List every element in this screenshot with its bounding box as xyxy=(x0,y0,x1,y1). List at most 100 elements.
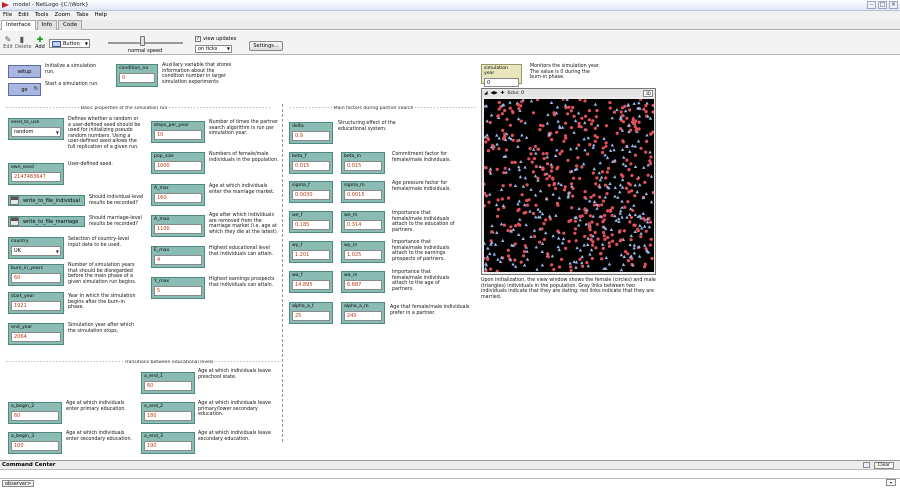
pop-size-input[interactable]: pop_size 1000 xyxy=(151,152,205,174)
world-canvas[interactable] xyxy=(484,99,654,272)
tab-code[interactable]: Code xyxy=(58,20,83,30)
beta-m-value[interactable]: 0.015 xyxy=(344,161,382,171)
condition-no-value[interactable]: 0 xyxy=(119,73,155,83)
zoom-icon[interactable]: ◢ xyxy=(484,91,488,96)
seed-to-use-chooser[interactable]: seed_to_use random xyxy=(8,118,64,140)
update-mode-select[interactable]: on ticks ▼ xyxy=(195,45,232,53)
seed-to-use-value[interactable]: random xyxy=(11,127,61,137)
start-year-input[interactable]: start_year 1921 xyxy=(8,292,64,314)
minimize-icon[interactable]: – xyxy=(867,1,876,9)
crosshair-icon[interactable]: ✚ xyxy=(501,91,505,96)
steps-per-year-value[interactable]: 10 xyxy=(154,130,202,140)
wy-f-value[interactable]: 1.201 xyxy=(292,250,330,260)
alpha-a-m-value[interactable]: 240 xyxy=(344,311,382,321)
own-seed-input[interactable]: own_seed 2147483647 xyxy=(8,163,64,185)
wy-m-input[interactable]: wy_m 1.025 xyxy=(341,241,385,263)
a-max-value[interactable]: 1100 xyxy=(154,224,202,234)
own-seed-value[interactable]: 2147483647 xyxy=(11,172,61,182)
arrows-icon[interactable]: ◀▶ xyxy=(491,91,498,96)
a-end-2-value[interactable]: 180 xyxy=(144,411,192,421)
burn-in-years-value[interactable]: 60 xyxy=(11,273,61,283)
menu-help[interactable]: Help xyxy=(94,11,107,20)
command-output[interactable] xyxy=(0,470,900,479)
e-max-value[interactable]: 4 xyxy=(154,255,202,265)
clear-button[interactable]: Clear xyxy=(873,462,894,469)
menu-zoom[interactable]: Zoom xyxy=(54,11,70,20)
a-begin-3-value[interactable]: 100 xyxy=(11,441,59,451)
steps-per-year-input[interactable]: steps_per_year 10 xyxy=(151,121,205,143)
3d-view-button[interactable]: 3D xyxy=(643,90,653,97)
sigma-f-value[interactable]: 0.0030 xyxy=(292,190,330,200)
we-m-value[interactable]: 0.314 xyxy=(344,220,382,230)
alpha-a-m-input[interactable]: alpha_a_m 240 xyxy=(341,302,385,324)
end-year-value[interactable]: 2064 xyxy=(11,332,61,342)
we-f-value[interactable]: 0.185 xyxy=(292,220,330,230)
beta-f-input[interactable]: beta_f 0.015 xyxy=(289,152,333,174)
burn-in-years-input[interactable]: burn_in_years 60 xyxy=(8,264,64,286)
wa-f-value[interactable]: 14.895 xyxy=(292,280,330,290)
add-button[interactable]: ✚ Add xyxy=(33,35,47,50)
delta-input[interactable]: delta 0.9 xyxy=(289,122,333,144)
wa-m-value[interactable]: 6.887 xyxy=(344,280,382,290)
end-year-input[interactable]: end_year 2064 xyxy=(8,323,64,345)
e-max-input[interactable]: E_max 4 xyxy=(151,246,205,268)
setup-button[interactable]: setup xyxy=(8,65,41,78)
a-end-2-input[interactable]: a_end_2 180 xyxy=(141,402,195,424)
write-to-file-marriage-switch[interactable]: write_to_file_marriage xyxy=(8,216,85,227)
sigma-f-input[interactable]: sigma_f 0.0030 xyxy=(289,181,333,203)
menu-tools[interactable]: Tools xyxy=(35,11,49,20)
a-begin-2-value[interactable]: 60 xyxy=(11,411,59,421)
beta-m-input[interactable]: beta_m 0.015 xyxy=(341,152,385,174)
close-icon[interactable]: × xyxy=(889,1,898,9)
widget-type-select[interactable]: Button ▼ xyxy=(49,39,90,48)
y-max-input[interactable]: Y_max 5 xyxy=(151,277,205,299)
menu-edit[interactable]: Edit xyxy=(18,11,29,20)
a-end-1-input[interactable]: a_end_1 60 xyxy=(141,372,195,394)
delete-button[interactable]: ▮ Delete xyxy=(15,35,31,50)
write-to-file-individual-switch[interactable]: write_to_file_individual xyxy=(8,195,85,206)
wy-m-value[interactable]: 1.025 xyxy=(344,250,382,260)
wa-m-input[interactable]: wa_m 6.887 xyxy=(341,271,385,293)
a-begin-3-input[interactable]: a_begin_3 100 xyxy=(8,432,62,454)
edit-button[interactable]: ✎ Edit xyxy=(1,35,15,50)
sigma-m-value[interactable]: 0.0015 xyxy=(344,190,382,200)
tab-info[interactable]: Info xyxy=(36,20,58,30)
tab-interface[interactable]: Interface xyxy=(1,20,36,30)
wy-f-input[interactable]: wy_f 1.201 xyxy=(289,241,333,263)
alpha-a-f-input[interactable]: alpha_a_f 25 xyxy=(289,302,333,324)
country-chooser[interactable]: country UK xyxy=(8,237,64,259)
go-button[interactable]: go ↻ xyxy=(8,83,41,96)
a-mar-input[interactable]: A_mar 160 xyxy=(151,184,205,206)
switch-toggle-icon[interactable] xyxy=(10,196,19,205)
switch-toggle-icon[interactable] xyxy=(10,217,19,226)
a-end-3-value[interactable]: 190 xyxy=(144,441,192,451)
y-max-value[interactable]: 5 xyxy=(154,286,202,296)
speed-slider-track[interactable] xyxy=(108,42,183,44)
we-m-input[interactable]: we_m 0.314 xyxy=(341,211,385,233)
speed-slider-thumb[interactable] xyxy=(139,36,145,46)
a-end-3-input[interactable]: a_end_3 190 xyxy=(141,432,195,454)
expand-icon[interactable] xyxy=(863,462,870,468)
menu-tabs[interactable]: Tabs xyxy=(76,11,88,20)
start-year-value[interactable]: 1921 xyxy=(11,301,61,311)
pop-size-value[interactable]: 1000 xyxy=(154,161,202,171)
menu-file[interactable]: File xyxy=(3,11,12,20)
beta-f-value[interactable]: 0.015 xyxy=(292,161,330,171)
checkbox-checked-icon[interactable]: ✓ xyxy=(195,36,201,42)
settings-button[interactable]: Settings... xyxy=(249,41,283,51)
a-max-input[interactable]: A_max 1100 xyxy=(151,215,205,237)
delta-value[interactable]: 0.9 xyxy=(292,131,330,141)
condition-no-input[interactable]: condition_no 0 xyxy=(116,64,158,87)
observer-select[interactable]: observer> xyxy=(2,480,35,487)
alpha-a-f-value[interactable]: 25 xyxy=(292,311,330,321)
wa-f-input[interactable]: wa_f 14.895 xyxy=(289,271,333,293)
a-begin-2-input[interactable]: a_begin_2 60 xyxy=(8,402,62,424)
a-end-1-value[interactable]: 60 xyxy=(144,381,192,391)
view-updates-toggle[interactable]: ✓ view updates xyxy=(195,36,236,42)
country-value[interactable]: UK xyxy=(11,246,61,256)
history-icon[interactable]: ▾ xyxy=(886,479,896,486)
a-mar-value[interactable]: 160 xyxy=(154,193,202,203)
maximize-icon[interactable]: □ xyxy=(878,1,887,9)
sigma-m-input[interactable]: sigma_m 0.0015 xyxy=(341,181,385,203)
we-f-input[interactable]: we_f 0.185 xyxy=(289,211,333,233)
